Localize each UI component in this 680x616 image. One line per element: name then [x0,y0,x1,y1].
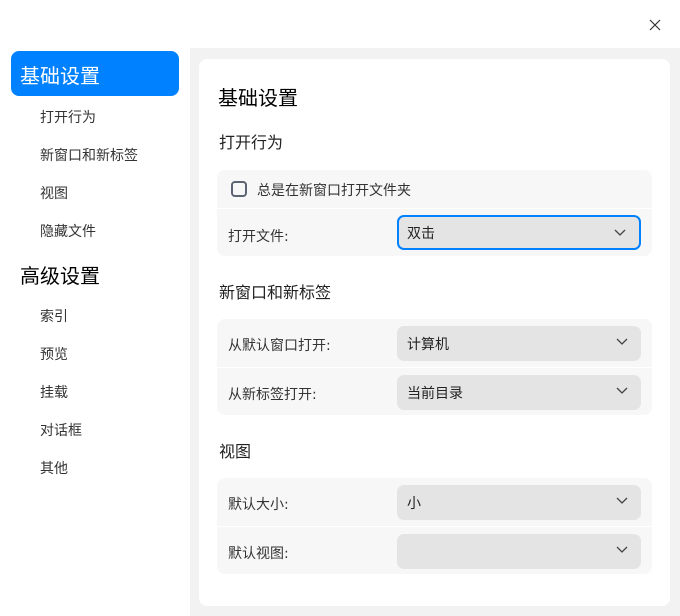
chevron-down-icon [616,546,628,553]
default-size-value: 小 [407,496,421,512]
view-group: 默认大小: 小 默认视图: [217,478,652,574]
sidebar-item-hidden-files[interactable]: 隐藏文件 [40,221,96,241]
sidebar-item-mount[interactable]: 挂载 [40,382,68,402]
close-button[interactable] [644,14,666,36]
sidebar-item-advanced-settings[interactable]: 高级设置 [20,260,100,289]
default-window-select[interactable]: 计算机 [397,326,641,361]
section-title-new-window-tab: 新窗口和新标签 [219,283,332,302]
sidebar-item-view[interactable]: 视图 [40,183,68,203]
sidebar-item-other[interactable]: 其他 [40,458,68,478]
chevron-down-icon [616,497,628,504]
open-behavior-group: 总是在新窗口打开文件夹 打开文件: 双击 [217,170,652,256]
default-window-label: 从默认窗口打开: [228,338,331,354]
open-file-label: 打开文件: [228,229,289,245]
sidebar-item-new-window-tab[interactable]: 新窗口和新标签 [40,145,138,165]
chevron-down-icon [616,387,628,394]
default-size-select[interactable]: 小 [397,485,641,520]
always-new-window-label: 总是在新窗口打开文件夹 [257,183,411,199]
always-new-window-row[interactable]: 总是在新窗口打开文件夹 [217,170,652,208]
sidebar-item-dialog[interactable]: 对话框 [40,420,82,440]
sidebar-item-open-behavior[interactable]: 打开行为 [40,107,96,127]
section-title-view: 视图 [219,442,252,461]
always-new-window-checkbox[interactable] [231,181,247,197]
sidebar-item-basic-settings[interactable]: 基础设置 [11,51,179,96]
new-tab-select[interactable]: 当前目录 [397,375,641,410]
chevron-down-icon [614,229,626,236]
new-tab-row: 从新标签打开: 当前目录 [217,367,652,415]
default-view-label: 默认视图: [228,546,289,562]
sidebar-item-index[interactable]: 索引 [40,306,68,326]
default-window-value: 计算机 [407,337,449,353]
new-tab-value: 当前目录 [407,386,463,402]
default-view-select[interactable] [397,534,641,569]
section-title-open-behavior: 打开行为 [219,133,284,152]
default-view-row: 默认视图: [217,526,652,574]
open-file-select[interactable]: 双击 [397,215,641,250]
new-tab-label: 从新标签打开: [228,387,317,403]
default-size-row: 默认大小: 小 [217,478,652,526]
chevron-down-icon [616,338,628,345]
default-size-label: 默认大小: [228,497,289,513]
default-window-row: 从默认窗口打开: 计算机 [217,319,652,367]
close-icon [649,19,661,31]
new-window-tab-group: 从默认窗口打开: 计算机 从新标签打开: 当前目录 [217,319,652,415]
sidebar-item-preview[interactable]: 预览 [40,344,68,364]
open-file-row: 打开文件: 双击 [217,208,652,256]
open-file-value: 双击 [407,226,435,242]
page-title: 基础设置 [218,86,298,110]
